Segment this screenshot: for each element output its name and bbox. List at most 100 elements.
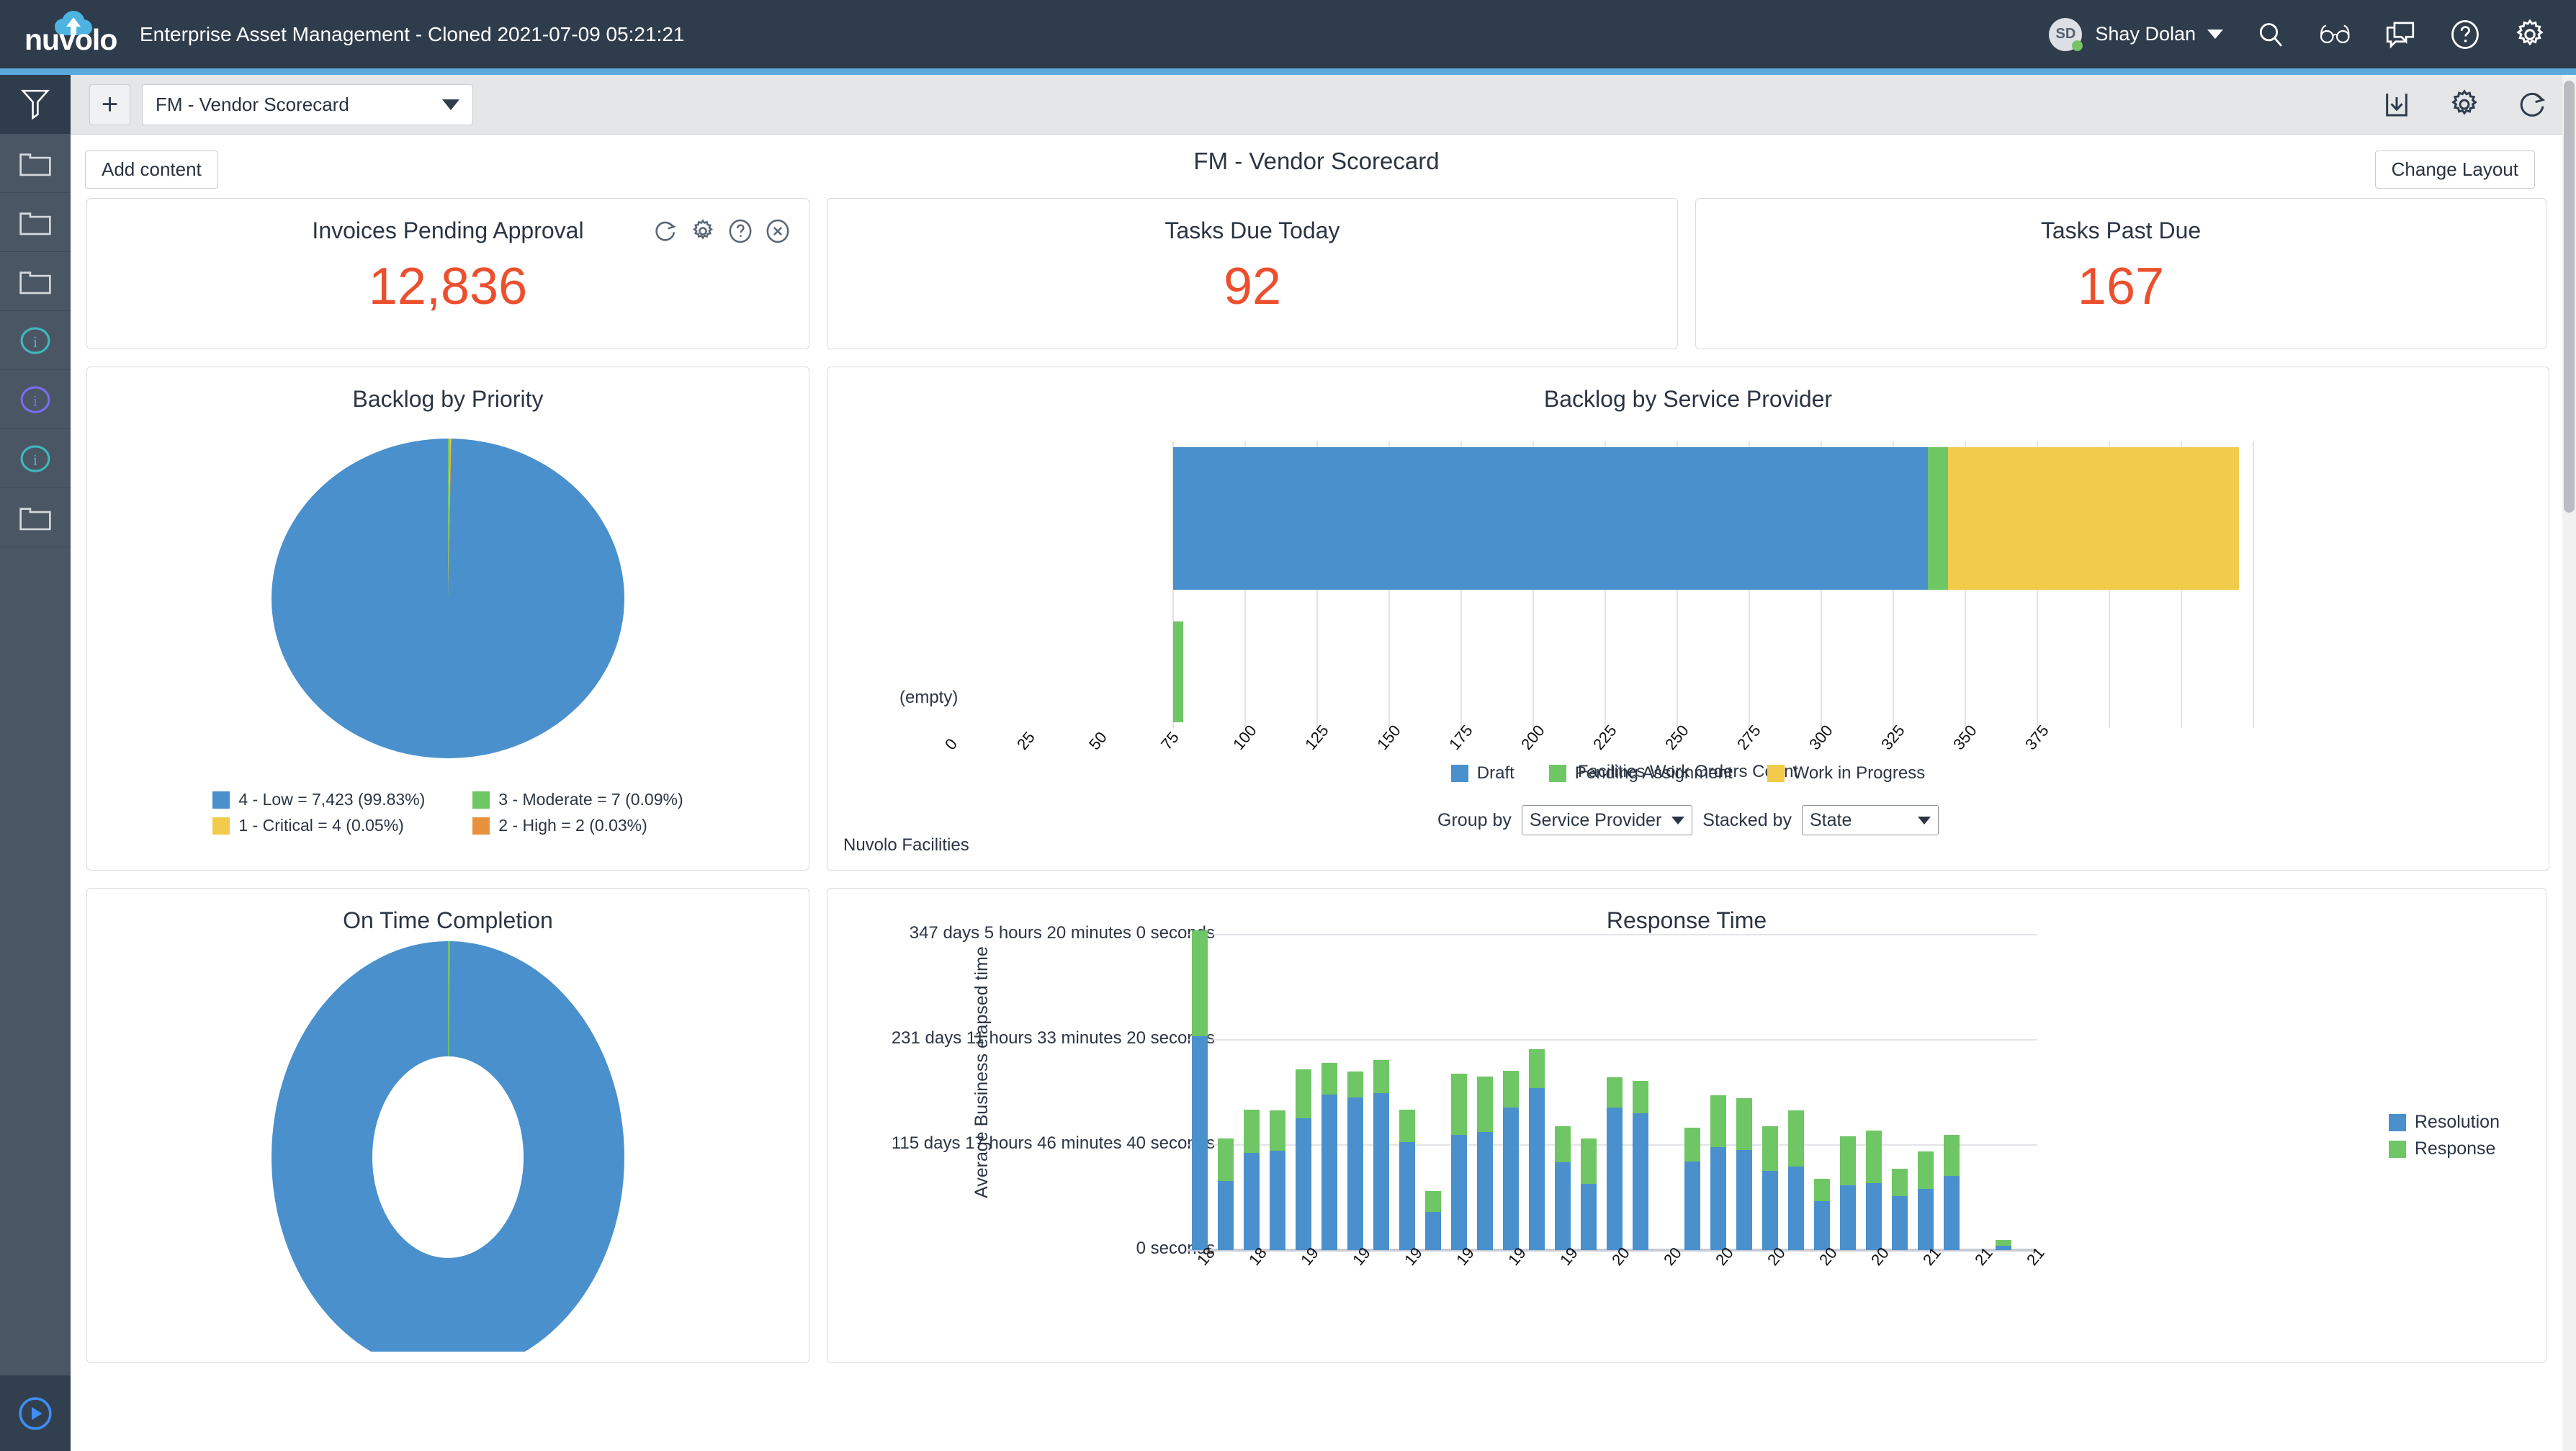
legend-label: Resolution <box>2415 1112 2500 1133</box>
folder-icon <box>19 208 52 237</box>
dashboard-content: Add content FM - Vendor Scorecard Change… <box>71 135 2562 1451</box>
info-circle-icon: i <box>19 385 51 414</box>
bar-segment-pending[interactable] <box>1928 447 1948 590</box>
bar-segment-draft[interactable] <box>1173 447 1928 590</box>
rail-item-folder-3[interactable] <box>0 252 71 311</box>
legend-item[interactable]: Pending Assignment <box>1549 763 1733 783</box>
legend-item[interactable]: 4 - Low = 7,423 (99.83%) <box>212 790 425 809</box>
accent-rule <box>0 68 2576 75</box>
pie-legend-col-2: 3 - Moderate = 7 (0.09%) 2 - High = 2 (0… <box>472 790 683 835</box>
kpi-card-tasks-past-due[interactable]: Tasks Past Due 167 <box>1695 198 2546 349</box>
chart-row-1: Backlog by Priority 4 - Low = 7,423 (99.… <box>86 367 2546 871</box>
legend-swatch <box>2389 1114 2406 1131</box>
left-icon-rail: i i i <box>0 75 71 1451</box>
legend-swatch <box>1549 765 1566 782</box>
app-root: nuvolo Enterprise Asset Management - Clo… <box>0 0 2576 1451</box>
page-scrollbar-thumb[interactable] <box>2564 81 2575 513</box>
group-by-select[interactable]: Service Provider <box>1522 805 1692 835</box>
chevron-down-icon[interactable] <box>2207 30 2223 39</box>
rail-item-folder-1[interactable] <box>0 134 71 193</box>
avatar[interactable]: SD <box>2049 18 2082 51</box>
filter-icon <box>19 87 51 122</box>
widget-title: Backlog by Priority <box>87 367 809 413</box>
dashboard-selector-value: FM - Vendor Scorecard <box>156 94 442 116</box>
folder-icon <box>19 267 52 296</box>
widget-on-time-completion[interactable]: On Time Completion <box>86 888 809 1363</box>
nuvolo-logo[interactable]: nuvolo <box>24 9 118 60</box>
legend-item[interactable]: Work in Progress <box>1767 763 1926 783</box>
legend-item[interactable]: Resolution <box>2389 1112 2500 1133</box>
stacked-by-select[interactable]: State <box>1802 805 1939 835</box>
legend-label: 1 - Critical = 4 (0.05%) <box>238 816 403 835</box>
dashboard-selector[interactable]: FM - Vendor Scorecard <box>142 84 473 125</box>
change-layout-button[interactable]: Change Layout <box>2375 151 2535 189</box>
glasses-icon[interactable] <box>2318 17 2353 52</box>
folder-icon <box>19 503 52 532</box>
widget-backlog-by-priority[interactable]: Backlog by Priority 4 - Low = 7,423 (99.… <box>86 367 809 871</box>
legend-swatch <box>472 817 490 835</box>
legend-item[interactable]: 2 - High = 2 (0.03%) <box>472 816 683 835</box>
group-by-value: Service Provider <box>1530 810 1661 831</box>
search-icon[interactable] <box>2253 17 2288 52</box>
rail-item-folder-2[interactable] <box>0 193 71 252</box>
rail-item-info-1[interactable]: i <box>0 311 71 370</box>
avatar-initials: SD <box>2056 26 2076 42</box>
kpi-value: 12,836 <box>87 257 809 316</box>
chevron-down-icon <box>1918 817 1931 825</box>
legend-swatch <box>2389 1141 2406 1158</box>
top-bar-actions: SD Shay Dolan <box>2049 17 2576 52</box>
rail-item-info-3[interactable]: i <box>0 429 71 488</box>
widget-response-time[interactable]: Response Time Average Business elapsed t… <box>827 888 2546 1363</box>
horizontal-bar-chart[interactable] <box>827 413 2549 801</box>
gear-icon[interactable] <box>2448 88 2481 121</box>
response-time-legend: Resolution Response <box>2389 1112 2500 1159</box>
svg-text:i: i <box>33 392 37 410</box>
widget-controls <box>653 219 790 243</box>
kpi-title: Tasks Past Due <box>1696 199 2546 244</box>
folder-icon <box>19 149 52 178</box>
gear-icon[interactable] <box>2513 17 2547 52</box>
legend-swatch <box>1767 765 1785 782</box>
rail-item-info-2[interactable]: i <box>0 370 71 429</box>
help-icon[interactable] <box>2448 17 2482 52</box>
help-icon[interactable] <box>728 219 753 243</box>
close-icon[interactable] <box>766 219 790 243</box>
widget-title: Backlog by Service Provider <box>827 367 2549 413</box>
pie-chart[interactable] <box>87 413 809 773</box>
add-dashboard-button[interactable]: + <box>89 84 130 125</box>
donut-chart[interactable] <box>87 934 809 1352</box>
kpi-value: 167 <box>1696 257 2546 316</box>
widget-grid: Invoices Pending Approval <box>71 198 2562 1363</box>
y-tick-2: 231 days 11 hours 33 minutes 20 seconds <box>892 1028 1215 1048</box>
legend-item[interactable]: Response <box>2389 1138 2500 1159</box>
rail-item-folder-4[interactable] <box>0 488 71 547</box>
rail-item-play[interactable] <box>0 1375 71 1451</box>
download-icon[interactable] <box>2380 88 2413 121</box>
kpi-title: Tasks Due Today <box>827 199 1677 244</box>
info-circle-icon: i <box>19 326 51 355</box>
refresh-icon[interactable] <box>2516 88 2549 121</box>
user-name[interactable]: Shay Dolan <box>2095 23 2196 45</box>
legend-swatch <box>212 791 230 809</box>
bar-segment-wip[interactable] <box>1948 447 2239 590</box>
legend-item[interactable]: Draft <box>1451 763 1514 783</box>
bar-segment-pending[interactable] <box>1173 621 1183 722</box>
legend-label: 2 - High = 2 (0.03%) <box>498 816 647 835</box>
kpi-card-tasks-due-today[interactable]: Tasks Due Today 92 <box>827 198 1678 349</box>
legend-label: Draft <box>1477 763 1514 783</box>
legend-item[interactable]: 3 - Moderate = 7 (0.09%) <box>472 790 683 809</box>
legend-label: 3 - Moderate = 7 (0.09%) <box>498 790 683 809</box>
gear-icon[interactable] <box>691 219 715 243</box>
kpi-card-invoices[interactable]: Invoices Pending Approval <box>86 198 809 349</box>
widget-backlog-by-service-provider[interactable]: Backlog by Service Provider <box>827 367 2549 871</box>
legend-item[interactable]: 1 - Critical = 4 (0.05%) <box>212 816 425 835</box>
y-axis-title: Average Business elapsed time <box>971 946 992 1198</box>
rail-item-filter[interactable] <box>0 75 71 134</box>
bar-series[interactable] <box>1192 930 2011 1250</box>
refresh-icon[interactable] <box>653 219 678 243</box>
play-circle-icon <box>17 1396 53 1432</box>
group-by-label: Group by <box>1437 810 1512 831</box>
chat-icon[interactable] <box>2383 17 2418 52</box>
legend-swatch <box>212 817 230 835</box>
legend-label: Work in Progress <box>1793 763 1926 783</box>
